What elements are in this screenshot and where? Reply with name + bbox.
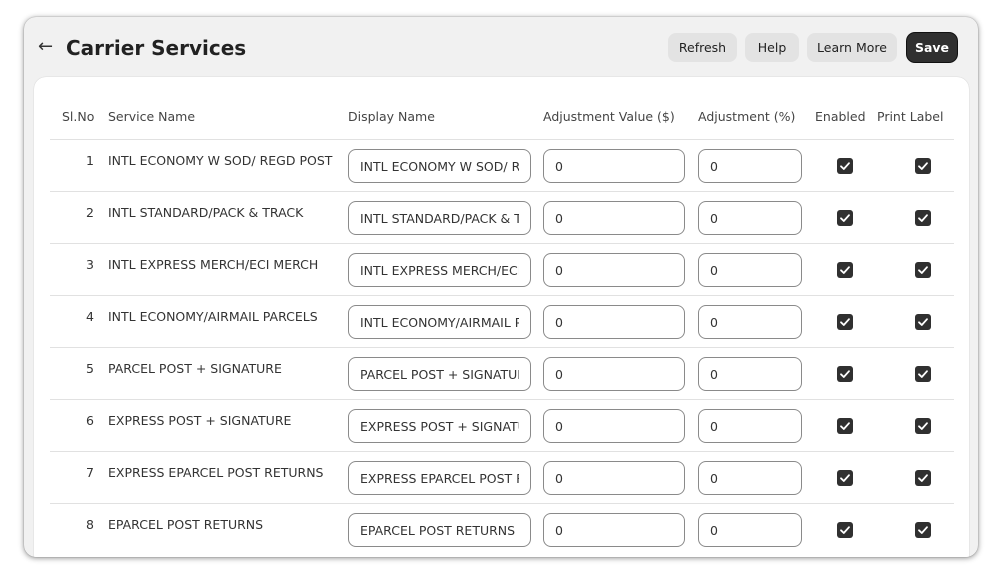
table-row: 2 INTL STANDARD/PACK & TRACK xyxy=(50,191,954,244)
table-row: 3 INTL EXPRESS MERCH/ECI MERCH xyxy=(50,243,954,296)
adjustment-value-input[interactable] xyxy=(543,513,685,547)
display-name-input[interactable] xyxy=(348,461,531,495)
col-header-adjustment-value: Adjustment Value ($) xyxy=(543,109,675,124)
row-service-name: PARCEL POST + SIGNATURE xyxy=(108,361,282,376)
row-service-name: INTL STANDARD/PACK & TRACK xyxy=(108,205,304,220)
adjustment-pct-input[interactable] xyxy=(698,201,802,235)
learn-more-button[interactable]: Learn More xyxy=(807,33,897,62)
adjustment-pct-input[interactable] xyxy=(698,253,802,287)
page-title: Carrier Services xyxy=(66,36,247,60)
refresh-button[interactable]: Refresh xyxy=(668,33,737,62)
print-label-checkbox[interactable] xyxy=(915,314,931,330)
enabled-checkbox[interactable] xyxy=(837,418,853,434)
col-header-adjustment-pct: Adjustment (%) xyxy=(698,109,796,124)
adjustment-pct-input[interactable] xyxy=(698,149,802,183)
page-header: ← Carrier Services Refresh Help Learn Mo… xyxy=(24,17,978,77)
col-header-print-label: Print Label xyxy=(877,109,944,124)
enabled-checkbox[interactable] xyxy=(837,314,853,330)
enabled-checkbox[interactable] xyxy=(837,366,853,382)
display-name-input[interactable] xyxy=(348,201,531,235)
adjustment-value-input[interactable] xyxy=(543,253,685,287)
adjustment-value-input[interactable] xyxy=(543,201,685,235)
display-name-input[interactable] xyxy=(348,305,531,339)
print-label-checkbox[interactable] xyxy=(915,262,931,278)
display-name-input[interactable] xyxy=(348,513,531,547)
table-row: 5 PARCEL POST + SIGNATURE xyxy=(50,347,954,400)
display-name-input[interactable] xyxy=(348,357,531,391)
row-sl-no: 3 xyxy=(86,257,94,272)
adjustment-pct-input[interactable] xyxy=(698,305,802,339)
adjustment-pct-input[interactable] xyxy=(698,409,802,443)
row-sl-no: 2 xyxy=(86,205,94,220)
print-label-checkbox[interactable] xyxy=(915,522,931,538)
enabled-checkbox[interactable] xyxy=(837,210,853,226)
row-sl-no: 6 xyxy=(86,413,94,428)
adjustment-value-input[interactable] xyxy=(543,357,685,391)
row-sl-no: 4 xyxy=(86,309,94,324)
table-row: 6 EXPRESS POST + SIGNATURE xyxy=(50,399,954,452)
col-header-sl-no: Sl.No xyxy=(62,109,95,124)
col-header-service-name: Service Name xyxy=(108,109,196,124)
display-name-input[interactable] xyxy=(348,409,531,443)
table-row: 4 INTL ECONOMY/AIRMAIL PARCELS xyxy=(50,295,954,348)
col-header-display-name: Display Name xyxy=(348,109,435,124)
enabled-checkbox[interactable] xyxy=(837,262,853,278)
adjustment-pct-input[interactable] xyxy=(698,357,802,391)
adjustment-value-input[interactable] xyxy=(543,305,685,339)
table-row: 8 EPARCEL POST RETURNS xyxy=(50,503,954,556)
row-service-name: INTL EXPRESS MERCH/ECI MERCH xyxy=(108,257,319,272)
adjustment-pct-input[interactable] xyxy=(698,461,802,495)
adjustment-value-input[interactable] xyxy=(543,149,685,183)
display-name-input[interactable] xyxy=(348,253,531,287)
table-row: 7 EXPRESS EPARCEL POST RETURNS xyxy=(50,451,954,504)
print-label-checkbox[interactable] xyxy=(915,158,931,174)
row-service-name: INTL ECONOMY W SOD/ REGD POST xyxy=(108,153,333,168)
enabled-checkbox[interactable] xyxy=(837,470,853,486)
row-sl-no: 5 xyxy=(86,361,94,376)
adjustment-pct-input[interactable] xyxy=(698,513,802,547)
print-label-checkbox[interactable] xyxy=(915,418,931,434)
print-label-checkbox[interactable] xyxy=(915,366,931,382)
table-row: 1 INTL ECONOMY W SOD/ REGD POST xyxy=(50,139,954,192)
enabled-checkbox[interactable] xyxy=(837,158,853,174)
row-service-name: EXPRESS POST + SIGNATURE xyxy=(108,413,292,428)
print-label-checkbox[interactable] xyxy=(915,470,931,486)
row-service-name: EPARCEL POST RETURNS xyxy=(108,517,264,532)
adjustment-value-input[interactable] xyxy=(543,461,685,495)
enabled-checkbox[interactable] xyxy=(837,522,853,538)
row-service-name: INTL ECONOMY/AIRMAIL PARCELS xyxy=(108,309,318,324)
row-sl-no: 8 xyxy=(86,517,94,532)
services-table-card: Sl.No Service Name Display Name Adjustme… xyxy=(34,77,969,557)
display-name-input[interactable] xyxy=(348,149,531,183)
print-label-checkbox[interactable] xyxy=(915,210,931,226)
col-header-enabled: Enabled xyxy=(815,109,866,124)
adjustment-value-input[interactable] xyxy=(543,409,685,443)
save-button[interactable]: Save xyxy=(907,33,957,62)
carrier-services-window: ← Carrier Services Refresh Help Learn Mo… xyxy=(24,17,978,557)
help-button[interactable]: Help xyxy=(745,33,799,62)
row-sl-no: 1 xyxy=(86,153,94,168)
row-sl-no: 7 xyxy=(86,465,94,480)
back-arrow-icon[interactable]: ← xyxy=(38,35,53,59)
row-service-name: EXPRESS EPARCEL POST RETURNS xyxy=(108,465,324,480)
